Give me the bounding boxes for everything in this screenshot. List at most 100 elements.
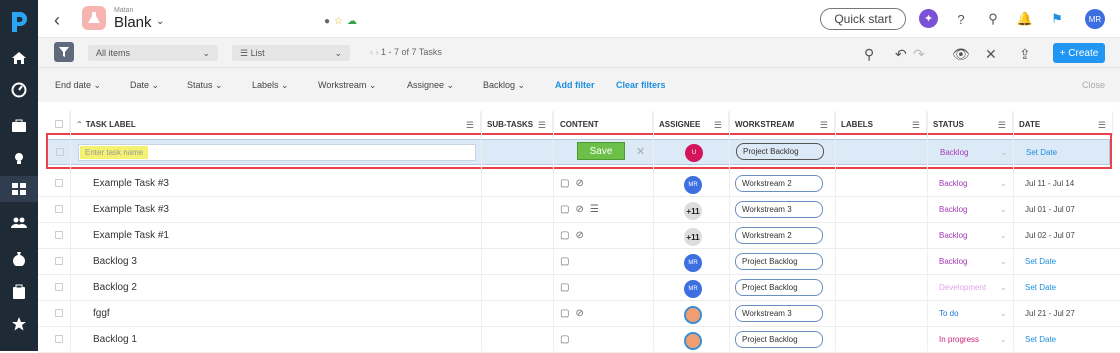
redo-icon[interactable]: ↷ bbox=[913, 46, 925, 63]
date-cell[interactable]: Set Date bbox=[1025, 257, 1056, 266]
row-checkbox[interactable] bbox=[55, 283, 63, 291]
column-menu-icon[interactable]: ☰ bbox=[820, 120, 828, 131]
date-cell[interactable]: Set Date bbox=[1025, 283, 1056, 292]
status-cell[interactable]: Development bbox=[939, 283, 986, 292]
comment-icon[interactable]: ▢ bbox=[560, 334, 569, 345]
chevron-down-icon[interactable]: ⌄ bbox=[1000, 309, 1007, 318]
column-menu-icon[interactable]: ☰ bbox=[998, 120, 1006, 131]
back-arrow-icon[interactable]: ‹ bbox=[54, 10, 60, 31]
tools-icon[interactable]: ✕ bbox=[985, 46, 997, 63]
attachment-link-icon[interactable]: ⊘ bbox=[575, 308, 583, 319]
home-icon[interactable] bbox=[9, 48, 29, 68]
chevron-down-icon[interactable]: ⌄ bbox=[1000, 257, 1007, 266]
row-checkbox[interactable] bbox=[55, 335, 63, 343]
row-checkbox[interactable] bbox=[55, 231, 63, 239]
filter-toggle-button[interactable] bbox=[54, 42, 74, 62]
chevron-down-icon[interactable]: ⌄ bbox=[1000, 179, 1007, 188]
status-cell[interactable]: To do bbox=[939, 309, 959, 318]
layout-select[interactable]: ☰ List ⌄ bbox=[232, 45, 350, 61]
date-cell[interactable]: Jul 11 - Jul 14 bbox=[1025, 179, 1074, 188]
date-cell[interactable]: Jul 02 - Jul 07 bbox=[1025, 231, 1075, 240]
filter-workstream[interactable]: Workstream ⌄ bbox=[318, 80, 376, 91]
view-select[interactable]: All items ⌄ bbox=[88, 45, 218, 61]
user-avatar[interactable]: MR bbox=[1085, 9, 1105, 29]
chevron-down-icon[interactable]: ⌄ bbox=[1000, 231, 1007, 240]
briefcase-icon[interactable] bbox=[9, 116, 29, 136]
ai-assistant-icon[interactable]: ✦ bbox=[919, 9, 938, 28]
date-cell[interactable]: Jul 21 - Jul 27 bbox=[1025, 309, 1075, 318]
chevron-down-icon[interactable]: ⌄ bbox=[1000, 335, 1007, 344]
filter-backlog[interactable]: Backlog ⌄ bbox=[483, 80, 525, 91]
filter-labels[interactable]: Labels ⌄ bbox=[252, 80, 289, 91]
assignee-avatar[interactable] bbox=[684, 306, 702, 324]
table-row[interactable]: Backlog 3 ▢ MR Project Backlog Backlog ⌄ Set D… bbox=[38, 249, 1120, 275]
row-checkbox[interactable] bbox=[55, 257, 63, 265]
row-checkbox[interactable] bbox=[55, 205, 63, 213]
filter-end-date[interactable]: End date ⌄ bbox=[55, 80, 101, 91]
attachment-link-icon[interactable]: ⊘ bbox=[575, 178, 583, 189]
table-row[interactable]: fggf ▢ ⊘ Workstream 3 To do ⌄ Jul 21 - Jul 27 bbox=[38, 301, 1120, 327]
table-row[interactable]: Example Task #1 ▢ ⊘ +11 Workstream 2 Backlog ⌄… bbox=[38, 223, 1120, 249]
comment-icon[interactable]: ▢ bbox=[560, 230, 569, 241]
task-name[interactable]: Backlog 1 bbox=[93, 334, 137, 345]
money-bag-icon[interactable] bbox=[9, 248, 29, 268]
table-icon[interactable] bbox=[9, 179, 29, 199]
filter-date[interactable]: Date ⌄ bbox=[130, 80, 159, 91]
task-name[interactable]: Example Task #1 bbox=[93, 230, 169, 241]
task-name[interactable]: Backlog 2 bbox=[93, 282, 137, 293]
status-cell[interactable]: Backlog bbox=[939, 257, 967, 266]
assignee-avatar[interactable]: MR bbox=[684, 254, 702, 272]
table-row[interactable]: Example Task #3 ▢ ⊘ MR Workstream 2 Backlog ⌄ J… bbox=[38, 171, 1120, 197]
workstream-pill[interactable]: Workstream 3 bbox=[735, 201, 823, 218]
visibility-eye-icon[interactable]: 👁 bbox=[952, 46, 970, 63]
status-cell[interactable]: In progress bbox=[939, 335, 979, 344]
clear-filters-link[interactable]: Clear filters bbox=[616, 80, 666, 90]
attachment-link-icon[interactable]: ⊘ bbox=[575, 230, 583, 241]
chevron-down-icon[interactable]: ⌄ bbox=[1000, 205, 1007, 214]
add-filter-link[interactable]: Add filter bbox=[555, 80, 595, 90]
search-icon[interactable]: ⚲ bbox=[864, 46, 874, 63]
notification-bell-icon[interactable]: 🔔 bbox=[1016, 10, 1034, 28]
add-user-icon[interactable]: ⚲ bbox=[984, 10, 1002, 28]
filter-assignee[interactable]: Assignee ⌄ bbox=[407, 80, 454, 91]
status-cell[interactable]: Backlog bbox=[939, 231, 967, 240]
workstream-pill[interactable]: Project Backlog bbox=[735, 331, 823, 348]
assignee-avatar[interactable]: +11 bbox=[684, 202, 702, 220]
comment-icon[interactable]: ▢ bbox=[560, 204, 569, 215]
column-menu-icon[interactable]: ☰ bbox=[466, 120, 474, 131]
filter-status[interactable]: Status ⌄ bbox=[187, 80, 223, 91]
date-cell[interactable]: Jul 01 - Jul 07 bbox=[1025, 205, 1075, 214]
attachment-link-icon[interactable]: ⊘ bbox=[575, 204, 583, 215]
column-menu-icon[interactable]: ☰ bbox=[714, 120, 722, 131]
favorite-star-icon[interactable]: ☆ bbox=[334, 16, 343, 27]
share-icon[interactable]: ⇪ bbox=[1019, 46, 1031, 63]
task-name[interactable]: Example Task #3 bbox=[93, 204, 169, 215]
create-button[interactable]: + Create bbox=[1053, 43, 1105, 63]
project-title[interactable]: Blank bbox=[114, 14, 152, 31]
task-name[interactable]: Backlog 3 bbox=[93, 256, 137, 267]
chevron-down-icon[interactable]: ⌄ bbox=[156, 16, 164, 27]
workstream-pill[interactable]: Workstream 2 bbox=[735, 175, 823, 192]
app-logo-icon[interactable] bbox=[8, 8, 30, 34]
assignee-avatar[interactable]: +11 bbox=[684, 228, 702, 246]
checklist-icon[interactable]: ☰ bbox=[590, 204, 599, 215]
select-all-checkbox[interactable] bbox=[55, 120, 63, 128]
workstream-pill[interactable]: Workstream 2 bbox=[735, 227, 823, 244]
close-filters-link[interactable]: Close bbox=[1082, 80, 1105, 90]
dashboard-icon[interactable] bbox=[9, 80, 29, 100]
table-row[interactable]: Backlog 2 ▢ MR Project Backlog Development ⌄ S… bbox=[38, 275, 1120, 301]
undo-icon[interactable]: ↶ bbox=[895, 46, 907, 63]
date-cell[interactable]: Set Date bbox=[1025, 335, 1056, 344]
assignee-avatar[interactable]: MR bbox=[684, 176, 702, 194]
table-row[interactable]: Backlog 1 ▢ Project Backlog In progress ⌄ Set… bbox=[38, 327, 1120, 353]
comment-icon[interactable]: ▢ bbox=[560, 282, 569, 293]
workstream-pill[interactable]: Project Backlog bbox=[735, 279, 823, 296]
star-icon[interactable] bbox=[9, 314, 29, 334]
chevron-down-icon[interactable]: ⌄ bbox=[1000, 283, 1007, 292]
comment-icon[interactable]: ▢ bbox=[560, 178, 569, 189]
status-cell[interactable]: Backlog bbox=[939, 205, 967, 214]
column-menu-icon[interactable]: ☰ bbox=[538, 120, 546, 131]
row-checkbox[interactable] bbox=[55, 179, 63, 187]
info-icon[interactable]: ● bbox=[324, 16, 330, 27]
column-menu-icon[interactable]: ☰ bbox=[912, 120, 920, 131]
